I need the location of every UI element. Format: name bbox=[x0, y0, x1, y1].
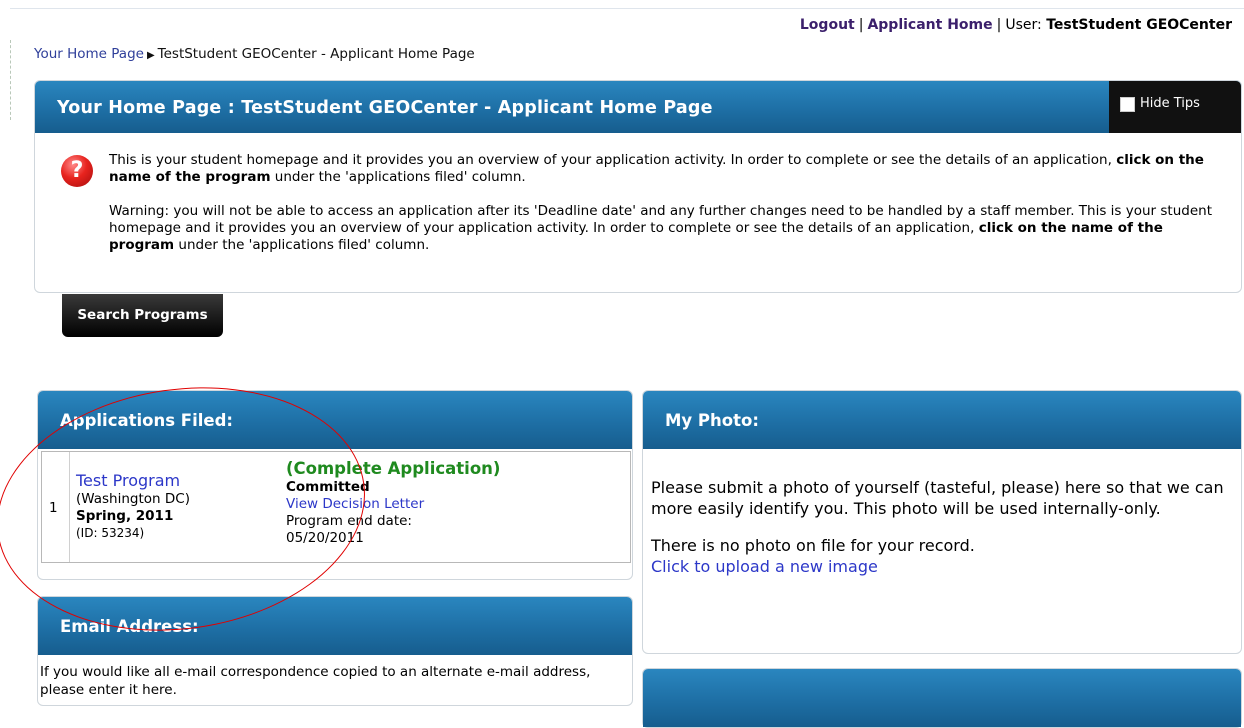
program-term: Spring, 2011 bbox=[76, 508, 174, 524]
hide-tips-toggle[interactable]: Hide Tips bbox=[1109, 81, 1241, 133]
page-title-bar: Your Home Page : TestStudent GEOCenter -… bbox=[35, 81, 1241, 133]
checkbox-icon[interactable] bbox=[1120, 97, 1135, 112]
view-decision-letter-link[interactable]: View Decision Letter bbox=[286, 496, 424, 512]
program-id: (ID: 53234) bbox=[76, 526, 145, 540]
next-panel bbox=[642, 668, 1242, 728]
top-divider bbox=[10, 8, 1244, 9]
left-dashed-divider bbox=[10, 40, 11, 120]
breadcrumb-current: TestStudent GEOCenter - Applicant Home P… bbox=[157, 46, 475, 62]
search-programs-button[interactable]: Search Programs bbox=[62, 294, 223, 337]
row-number: 1 bbox=[49, 500, 58, 516]
email-description: If you would like all e-mail corresponde… bbox=[40, 664, 591, 698]
end-date-value: 05/20/2011 bbox=[286, 530, 364, 546]
breadcrumb-arrow-icon: ▶ bbox=[146, 50, 155, 61]
panel-title: Email Address: bbox=[60, 617, 199, 636]
page-title-panel: Your Home Page : TestStudent GEOCenter -… bbox=[34, 80, 1242, 293]
breadcrumb-home-link[interactable]: Your Home Page bbox=[34, 46, 144, 62]
page-title: Your Home Page : TestStudent GEOCenter -… bbox=[57, 98, 713, 118]
logout-link[interactable]: Logout bbox=[800, 17, 855, 33]
top-nav: Logout | Applicant Home | User: TestStudent … bbox=[800, 17, 1232, 33]
program-link[interactable]: Test Program bbox=[76, 471, 180, 490]
end-date-label: Program end date: bbox=[286, 513, 412, 529]
tip-paragraph: This is your student homepage and it pro… bbox=[109, 152, 1229, 186]
applications-table: 1 Test Program (Washington DC) Spring, 2… bbox=[41, 451, 631, 563]
user-name: TestStudent GEOCenter bbox=[1046, 17, 1232, 33]
panel-title: Applications Filed: bbox=[60, 411, 233, 430]
photo-instructions: Please submit a photo of yourself (taste… bbox=[651, 478, 1224, 518]
my-photo-header: My Photo: bbox=[643, 391, 1241, 449]
application-status: (Complete Application) bbox=[286, 459, 501, 478]
photo-body: Please submit a photo of yourself (taste… bbox=[651, 477, 1231, 577]
next-panel-header bbox=[643, 669, 1241, 727]
status-cell: (Complete Application) Committed View De… bbox=[286, 460, 500, 547]
tip-paragraph: Warning: you will not be able to access … bbox=[109, 203, 1229, 254]
applications-filed-header: Applications Filed: bbox=[38, 391, 632, 449]
decision-status: Committed bbox=[286, 479, 370, 495]
tip-text: This is your student homepage and it pro… bbox=[109, 152, 1117, 168]
no-photo-text: There is no photo on file for your recor… bbox=[651, 536, 975, 555]
user-label: User: bbox=[1005, 17, 1042, 33]
program-cell: Test Program (Washington DC) Spring, 201… bbox=[76, 472, 190, 542]
email-address-panel: Email Address: If you would like all e-m… bbox=[37, 596, 633, 706]
email-address-header: Email Address: bbox=[38, 597, 632, 655]
tip-text: under the 'applications filed' column. bbox=[174, 237, 430, 253]
hide-tips-label[interactable]: Hide Tips bbox=[1140, 96, 1200, 111]
tips-text: This is your student homepage and it pro… bbox=[109, 152, 1229, 271]
program-location: (Washington DC) bbox=[76, 491, 190, 507]
upload-image-link[interactable]: Click to upload a new image bbox=[651, 557, 878, 576]
row-number-cell: 1 bbox=[42, 452, 70, 562]
breadcrumb: Your Home Page ▶ TestStudent GEOCenter - A… bbox=[34, 46, 475, 62]
applicant-home-link[interactable]: Applicant Home bbox=[867, 17, 992, 33]
panel-title: My Photo: bbox=[665, 411, 759, 430]
my-photo-panel: My Photo: Please submit a photo of yours… bbox=[642, 390, 1242, 654]
question-icon: ? bbox=[61, 155, 93, 187]
applications-filed-panel: Applications Filed: 1 Test Program (Wash… bbox=[37, 390, 633, 580]
nav-separator: | bbox=[858, 17, 864, 33]
tip-text: under the 'applications filed' column. bbox=[270, 169, 526, 185]
nav-separator: | bbox=[996, 17, 1002, 33]
